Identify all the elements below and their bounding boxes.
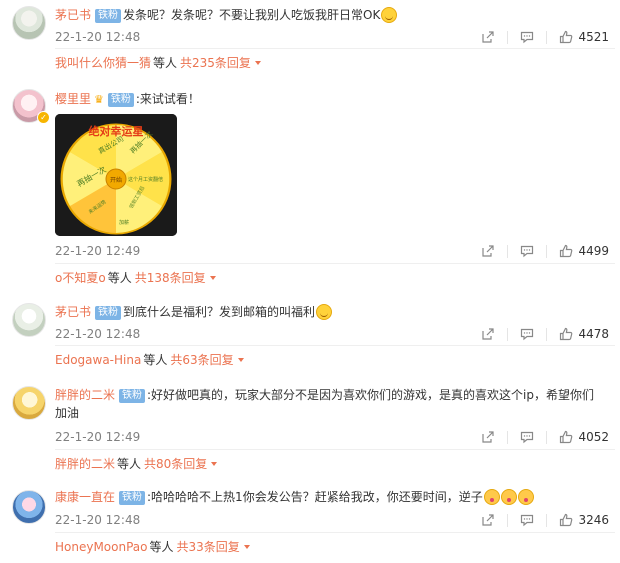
comment-actions: 4499	[481, 242, 609, 260]
chevron-down-icon	[209, 276, 216, 280]
like-count: 3246	[578, 513, 609, 527]
crown-icon: ♛	[94, 93, 104, 106]
avatar[interactable]	[12, 303, 46, 337]
avatar[interactable]	[12, 6, 46, 40]
fan-badge: 铁粉	[119, 389, 146, 403]
reply-count[interactable]: 共80条回复	[144, 457, 207, 471]
comment-icon[interactable]	[520, 327, 534, 341]
username-link[interactable]: 茅已书	[55, 8, 91, 22]
like-count: 4499	[578, 244, 609, 258]
comment-body: 茅已书 铁粉 到底什么是福利？发到邮箱的叫福利	[55, 303, 333, 321]
like-button[interactable]: 4499	[559, 244, 609, 258]
like-count: 4521	[578, 30, 609, 44]
fan-badge: 铁粉	[95, 9, 122, 23]
reply-count[interactable]: 共235条回复	[180, 56, 251, 70]
comment-icon[interactable]	[520, 244, 534, 258]
comment-text: 发条呢？发条呢？不要让我别人吃饭我肝日常OK	[123, 8, 381, 22]
comment-body: 樱里里 ♛ 铁粉:来试试看！	[55, 90, 200, 109]
share-icon[interactable]	[481, 513, 495, 527]
like-count: 4052	[578, 430, 609, 444]
svg-text:这个月工资翻倍: 这个月工资翻倍	[128, 176, 163, 183]
reply-summary[interactable]: o不知夏o 等人 共138条回复	[55, 263, 615, 286]
comment-time: 22-1-20 12:48	[55, 513, 141, 527]
avatar[interactable]	[12, 386, 46, 420]
comment-body: 胖胖的二米 铁粉:好好做吧真的，玩家大部分不是因为喜欢你们的游戏，是真的喜欢这个i…	[55, 386, 600, 422]
like-button[interactable]: 4521	[559, 30, 609, 44]
comment-time: 22-1-20 12:49	[55, 430, 141, 444]
share-icon[interactable]	[481, 30, 495, 44]
smile-emoji	[316, 304, 333, 320]
kiss-emoji	[517, 489, 534, 505]
reply-username[interactable]: 我叫什么你猜一猜	[55, 56, 151, 70]
like-count: 4478	[578, 327, 609, 341]
comment-time: 22-1-20 12:48	[55, 327, 141, 341]
comment-actions: 4521	[481, 28, 609, 46]
kiss-emoji	[500, 489, 517, 505]
comment-text: :哈哈哈哈不上热1你会发公告？赶紧给我改，你还要时间，逆子	[147, 490, 483, 504]
reply-summary[interactable]: 胖胖的二米 等人 共80条回复	[55, 449, 615, 472]
reply-summary[interactable]: Edogawa-Hina 等人 共63条回复	[55, 345, 615, 368]
wheel-center-text: 开始	[110, 176, 122, 184]
svg-text:加薪: 加薪	[119, 219, 129, 226]
comment-icon[interactable]	[520, 430, 534, 444]
comment-body: 茅已书 铁粉 发条呢？发条呢？不要让我别人吃饭我肝日常OK	[55, 6, 398, 24]
username-link[interactable]: 康康一直在	[55, 490, 115, 504]
share-icon[interactable]	[481, 244, 495, 258]
fan-badge: 铁粉	[95, 306, 122, 320]
kiss-emoji	[483, 489, 500, 505]
like-button[interactable]: 4478	[559, 327, 609, 341]
share-icon[interactable]	[481, 327, 495, 341]
wheel-title: 绝对幸运星	[89, 124, 144, 138]
comment-icon[interactable]	[520, 30, 534, 44]
reply-username[interactable]: HoneyMoonPao	[55, 540, 148, 554]
comment-text: 到底什么是福利？发到邮箱的叫福利	[123, 305, 316, 319]
comment-actions: 3246	[481, 511, 609, 529]
smile-emoji	[381, 7, 398, 23]
reply-count[interactable]: 共63条回复	[170, 353, 233, 367]
reply-username[interactable]: o不知夏o	[55, 271, 106, 285]
comment-body: 康康一直在 铁粉:哈哈哈哈不上热1你会发公告？赶紧给我改，你还要时间，逆子	[55, 488, 534, 506]
like-icon	[559, 244, 573, 258]
share-icon[interactable]	[481, 430, 495, 444]
like-button[interactable]: 3246	[559, 513, 609, 527]
comment-image[interactable]: 开始 绝对幸运星 真出公司 再抽一次 再抽一次 这个月工资翻倍 领到工资后 未来…	[55, 114, 177, 236]
reply-username[interactable]: 胖胖的二米	[55, 457, 115, 471]
chevron-down-icon	[254, 61, 261, 65]
comment-icon[interactable]	[520, 513, 534, 527]
username-link[interactable]: 胖胖的二米	[55, 388, 115, 402]
comment-actions: 4478	[481, 325, 609, 343]
comment-text: :来试试看！	[135, 92, 200, 106]
fan-badge: 铁粉	[107, 93, 134, 107]
comment-time: 22-1-20 12:48	[55, 30, 141, 44]
like-icon	[559, 327, 573, 341]
username-link[interactable]: 茅已书	[55, 305, 91, 319]
reply-summary[interactable]: HoneyMoonPao 等人 共33条回复	[55, 532, 615, 555]
reply-count[interactable]: 共33条回复	[177, 540, 240, 554]
avatar[interactable]	[12, 490, 46, 524]
verified-badge-icon: ✓	[37, 111, 50, 124]
chevron-down-icon	[237, 358, 244, 362]
like-button[interactable]: 4052	[559, 430, 609, 444]
like-icon	[559, 30, 573, 44]
chevron-down-icon	[211, 462, 218, 466]
reply-username[interactable]: Edogawa-Hina	[55, 353, 141, 367]
comment-actions: 4052	[481, 428, 609, 446]
like-icon	[559, 430, 573, 444]
reply-summary[interactable]: 我叫什么你猜一猜 等人 共235条回复	[55, 48, 615, 71]
reply-count[interactable]: 共138条回复	[135, 271, 206, 285]
username-link[interactable]: 樱里里	[55, 92, 91, 106]
comment-time: 22-1-20 12:49	[55, 244, 141, 258]
chevron-down-icon	[243, 545, 250, 549]
like-icon	[559, 513, 573, 527]
fan-badge: 铁粉	[119, 491, 146, 505]
